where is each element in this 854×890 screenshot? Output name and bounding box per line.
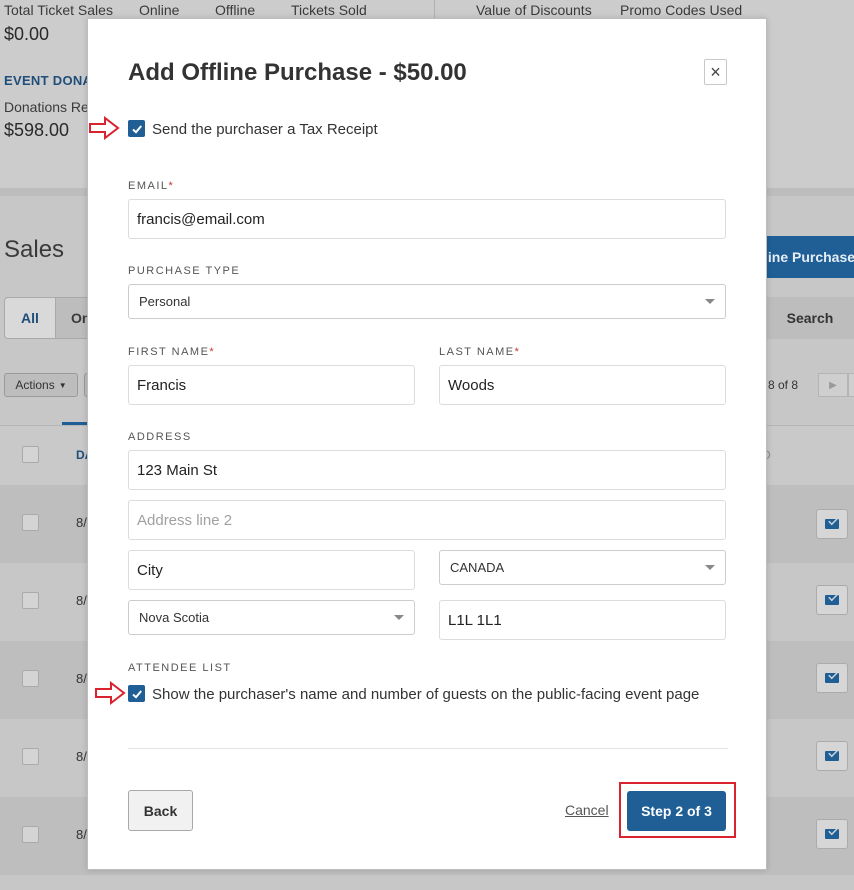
row-date: 8/ [76,827,87,842]
caret-down-icon: ▼ [58,380,67,390]
add-online-purchase-button[interactable]: line Purchase [760,236,854,278]
country-select[interactable]: CANADA [439,550,726,585]
tax-receipt-label: Send the purchaser a Tax Receipt [152,121,378,138]
email-receipt-button[interactable] [816,663,848,693]
purchase-type-value: Personal [139,294,191,309]
chevron-down-icon [705,299,715,304]
address-line2-field[interactable]: Address line 2 [128,500,726,540]
footer-divider [128,748,728,749]
sales-heading: Sales [4,236,65,263]
modal-title: Add Offline Purchase - $50.00 [128,59,467,86]
donations-value: $598.00 [4,120,70,140]
purchase-type-label: PURCHASE TYPE [128,265,241,277]
next-page-icon[interactable]: ▶ [818,373,848,397]
search-button[interactable]: Search [766,297,854,339]
email-label: EMAIL* [128,180,175,192]
attendee-list-label: ATTENDEE LIST [128,662,232,674]
event-donations-title: EVENT DONA [4,73,93,88]
actions-dropdown[interactable]: Actions ▼ [4,373,78,397]
row-date: 8/ [76,671,87,686]
email-field[interactable]: francis@email.com [128,199,726,239]
add-offline-purchase-modal: Add Offline Purchase - $50.00 × Send the… [87,18,767,870]
row-date: 8/ [76,593,87,608]
province-value: Nova Scotia [139,610,210,625]
stat-label-promo-codes-used: Promo Codes Used [620,2,743,18]
country-value: CANADA [450,560,505,575]
filter-all-button[interactable]: All [4,297,56,339]
row-checkbox[interactable] [22,748,39,765]
row-checkbox[interactable] [22,670,39,687]
stat-label-tickets-sold: Tickets Sold [291,2,367,18]
stat-label-online: Online [139,2,180,18]
chevron-down-icon [705,565,715,570]
stat-value-total-ticket-sales: $0.00 [4,24,50,44]
attendee-list-checkbox[interactable] [128,685,145,702]
last-page-icon[interactable] [848,373,854,397]
last-name-label: LAST NAME* [439,346,521,358]
address-label: ADDRESS [128,431,192,443]
stats-divider [434,0,435,20]
email-receipt-button[interactable] [816,819,848,849]
checkmark-icon [131,689,142,699]
email-receipt-button[interactable] [816,509,848,539]
checkmark-icon [131,124,142,134]
actions-label: Actions [15,378,55,392]
address-line1-field[interactable]: 123 Main St [128,450,726,490]
stat-label-value-of-discounts: Value of Discounts [476,2,592,18]
annotation-highlight-box [619,782,736,838]
cancel-link[interactable]: Cancel [565,802,609,818]
chevron-down-icon [394,615,404,620]
row-checkbox[interactable] [22,826,39,843]
row-checkbox[interactable] [22,514,39,531]
envelope-icon [825,829,839,839]
email-receipt-button[interactable] [816,585,848,615]
annotation-arrow-icon [89,116,120,140]
row-date: 8/ [76,515,87,530]
donations-label: Donations Re [4,99,89,115]
first-name-label: FIRST NAME* [128,346,216,358]
row-checkbox[interactable] [22,592,39,609]
stat-label-offline: Offline [215,2,256,18]
envelope-icon [825,595,839,605]
envelope-icon [825,751,839,761]
envelope-icon [825,519,839,529]
city-field[interactable]: City [128,550,415,590]
purchase-type-select[interactable]: Personal [128,284,726,319]
postal-code-field[interactable]: L1L 1L1 [439,600,726,640]
annotation-arrow-icon [95,681,126,705]
last-name-field[interactable]: Woods [439,365,726,405]
close-icon[interactable]: × [704,59,727,85]
envelope-icon [825,673,839,683]
tax-receipt-checkbox[interactable] [128,120,145,137]
email-receipt-button[interactable] [816,741,848,771]
select-all-checkbox[interactable] [22,446,39,463]
row-date: 8/ [76,749,87,764]
pager-count: 8 of 8 [768,378,799,392]
first-name-field[interactable]: Francis [128,365,415,405]
province-select[interactable]: Nova Scotia [128,600,415,635]
stat-label-total-ticket-sales: Total Ticket Sales [4,2,113,18]
back-button[interactable]: Back [128,790,193,831]
attendee-list-checkbox-label: Show the purchaser's name and number of … [152,686,700,703]
